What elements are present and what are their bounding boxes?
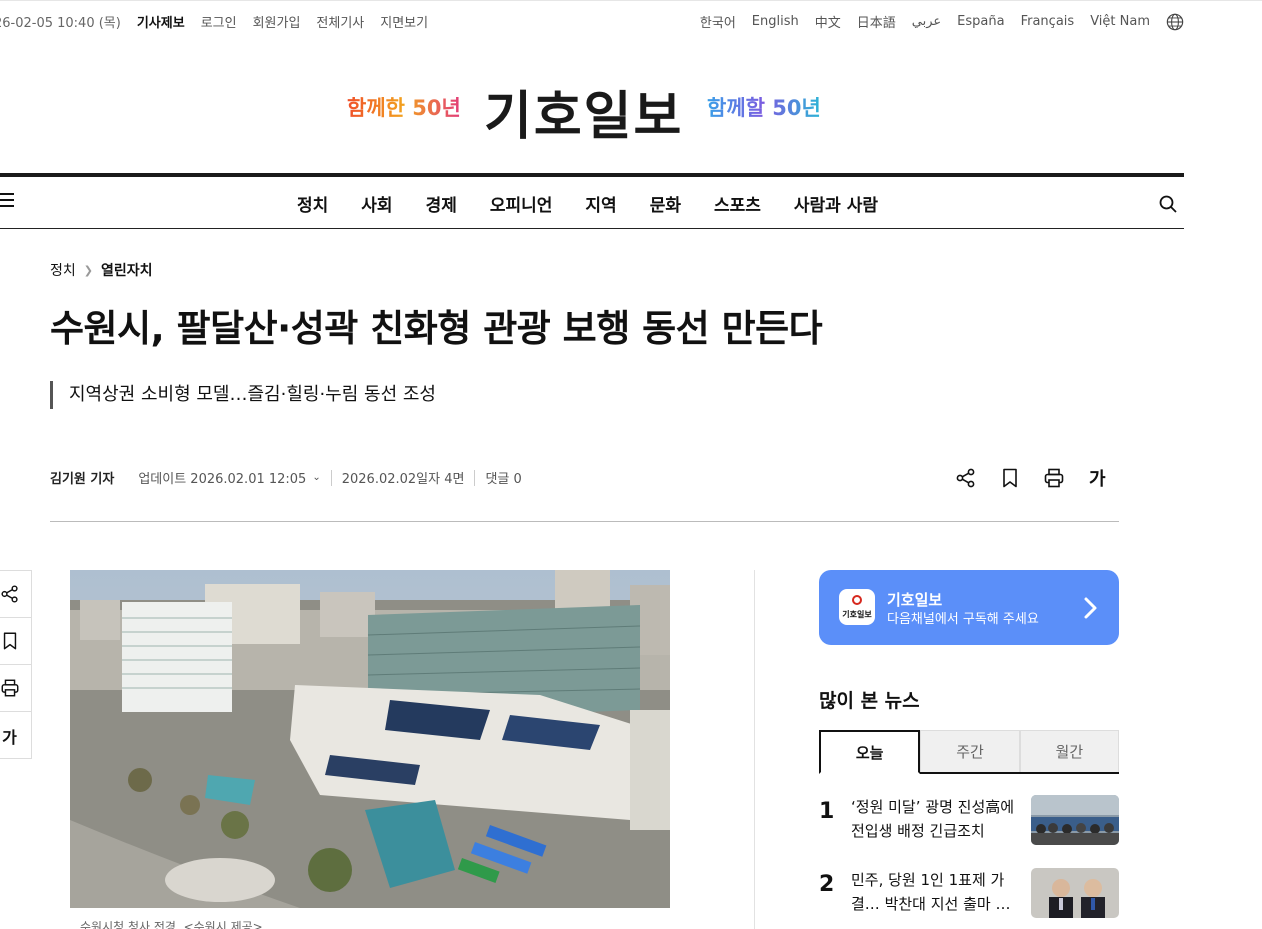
lang-english[interactable]: English [752, 14, 799, 29]
breadcrumb-section[interactable]: 정치 [50, 260, 76, 280]
newspaper-logo-icon: 기호일보 [839, 589, 875, 625]
tab-weekly[interactable]: 주간 [920, 730, 1020, 772]
nav-sports[interactable]: 스포츠 [714, 191, 761, 216]
floating-print-button[interactable] [0, 665, 31, 712]
chevron-right-icon: ❯ [83, 263, 93, 277]
subscribe-title: 기호일보 [887, 591, 943, 609]
bookmark-icon[interactable] [0, 631, 20, 651]
link-signup[interactable]: 회원가입 [253, 12, 301, 31]
nav-society[interactable]: 사회 [361, 191, 392, 216]
floating-share-bar: 가 [0, 570, 32, 759]
lang-vietnamese[interactable]: Việt Nam [1090, 14, 1150, 29]
article-photo[interactable] [70, 570, 670, 908]
top-border [0, 0, 1262, 4]
nav-opinion[interactable]: 오피니언 [490, 191, 553, 216]
tab-today[interactable]: 오늘 [819, 730, 921, 774]
lang-chinese[interactable]: 中文 [815, 12, 841, 31]
chevron-down-icon[interactable]: ⌄ [312, 472, 320, 483]
city-hall-aerial-image [70, 570, 670, 908]
link-report[interactable]: 기사제보 [137, 12, 185, 31]
updated-time[interactable]: 업데이트 2026.02.01 12:05 [138, 468, 306, 487]
font-size-label: 가 [2, 727, 17, 747]
print-icon[interactable] [0, 678, 20, 698]
nav-economy[interactable]: 경제 [426, 191, 457, 216]
font-size-button[interactable]: 가 [1089, 465, 1106, 491]
popular-news-item[interactable]: 1 ‘정원 미달’ 광명 진성高에 전입생 배정 긴급조치 [819, 795, 1119, 847]
lang-french[interactable]: Français [1021, 14, 1075, 29]
breadcrumb-subsection[interactable]: 열린자치 [101, 260, 153, 280]
nav-people[interactable]: 사람과 사람 [794, 191, 878, 216]
link-all-articles[interactable]: 전체기사 [316, 12, 364, 31]
tab-monthly[interactable]: 월간 [1019, 730, 1119, 772]
bookmark-icon[interactable] [999, 467, 1021, 489]
news-thumbnail[interactable] [1031, 795, 1119, 845]
breadcrumb: 정치 ❯ 열린자치 [50, 260, 153, 280]
masthead: 함께한 50년 기호일보 함께할 50년 [0, 60, 1184, 150]
hamburger-menu-icon[interactable] [0, 193, 14, 209]
chevron-right-icon [1084, 597, 1097, 619]
subscribe-text: 다음채널에서 구독해 주세요 [887, 612, 1039, 627]
share-icon[interactable] [0, 584, 20, 604]
author-name[interactable]: 김기원 기자 [50, 468, 114, 487]
slogan-left: 함께한 50년 [347, 96, 461, 120]
comment-count[interactable]: 댓글 0 [485, 468, 521, 487]
column-divider [754, 570, 755, 929]
floating-font-size-button[interactable]: 가 [0, 712, 31, 759]
divider [330, 469, 332, 486]
news-thumbnail[interactable] [1031, 868, 1119, 918]
lang-arabic[interactable]: عربي [912, 14, 941, 29]
slogan-right: 함께할 50년 [707, 96, 821, 120]
floating-share-button[interactable] [0, 571, 31, 618]
divider [474, 469, 476, 486]
article-title: 수원시, 팔달산·성곽 친화형 관광 보행 동선 만든다 [50, 307, 823, 350]
share-icon[interactable] [955, 467, 977, 489]
current-date: 26-02-05 10:40 (목) [0, 16, 121, 31]
article-meta: 김기원 기자 업데이트 2026.02.01 12:05 ⌄ 2026.02.0… [50, 468, 522, 487]
news-rank: 1 [819, 799, 835, 824]
link-login[interactable]: 로그인 [201, 12, 237, 31]
print-icon[interactable] [1043, 467, 1065, 489]
popular-news-item[interactable]: 2 민주, 당원 1인 1표제 가결… 박찬대 지선 출마 … [819, 868, 1119, 920]
article-subtitle: 지역상권 소비형 모델…즐김·힐링·누림 동선 조성 [50, 381, 436, 409]
site-logo[interactable]: 기호일보 [484, 74, 683, 149]
main-nav: 정치 사회 경제 오피니언 지역 문화 스포츠 사람과 사람 [0, 173, 1184, 229]
lang-spanish[interactable]: España [957, 14, 1004, 29]
subscribe-banner[interactable]: 기호일보 기호일보 다음채널에서 구독해 주세요 [819, 570, 1119, 645]
lang-japanese[interactable]: 日本語 [857, 12, 896, 31]
nav-region[interactable]: 지역 [585, 191, 616, 216]
utility-bar: 26-02-05 10:40 (목) 기사제보 로그인 회원가입 전체기사 지면… [0, 12, 1190, 34]
print-edition: 2026.02.02일자 4면 [341, 472, 465, 487]
nav-politics[interactable]: 정치 [297, 191, 328, 216]
news-title[interactable]: 민주, 당원 1인 1표제 가결… 박찬대 지선 출마 … [851, 868, 1021, 916]
search-icon[interactable] [1158, 194, 1178, 214]
popular-news-tabs: 오늘 주간 월간 [819, 730, 1119, 774]
divider [50, 521, 1119, 522]
popular-news-title: 많이 본 뉴스 [819, 690, 920, 712]
floating-bookmark-button[interactable] [0, 618, 31, 665]
lang-korean[interactable]: 한국어 [700, 12, 736, 31]
globe-icon[interactable] [1166, 13, 1184, 31]
news-title[interactable]: ‘정원 미달’ 광명 진성高에 전입생 배정 긴급조치 [851, 795, 1021, 843]
photo-caption: 수원시청 청사 전경. <수원시 제공> [80, 920, 263, 929]
news-rank: 2 [819, 872, 835, 897]
nav-culture[interactable]: 문화 [650, 191, 681, 216]
link-print-view[interactable]: 지면보기 [380, 12, 428, 31]
article-tools: 가 [955, 465, 1106, 491]
